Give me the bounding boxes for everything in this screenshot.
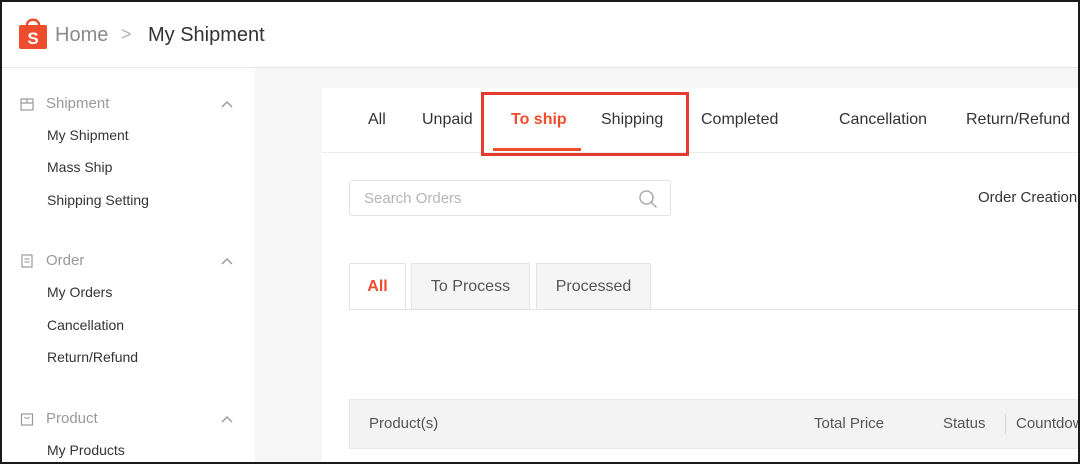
tab-all[interactable]: All [368,111,386,129]
tab-return-refund[interactable]: Return/Refund [966,111,1070,129]
top-header: S Home > My Shipment [2,2,1078,68]
sidebar-item-my-products[interactable]: My Products [47,442,125,458]
column-header-total-price: Total Price [814,415,885,432]
chevron-up-icon[interactable] [220,414,234,424]
sidebar-item-my-shipment[interactable]: My Shipment [47,127,129,143]
column-header-status: Status [943,415,986,432]
order-status-tabs: All Unpaid To ship Shipping Completed Ca… [322,88,1078,153]
sidebar-item-mass-ship[interactable]: Mass Ship [47,159,112,175]
breadcrumb-separator: > [121,24,132,44]
sidebar-item-return-refund[interactable]: Return/Refund [47,349,138,365]
sidebar-section-title: Order [46,252,85,269]
column-header-products: Product(s) [369,415,439,432]
chevron-up-icon[interactable] [220,256,234,266]
sidebar-section-title: Product [46,410,98,427]
subtab-processed[interactable]: Processed [536,263,651,309]
svg-text:S: S [27,29,38,48]
subtab-divider [349,309,1078,310]
breadcrumb-home-link[interactable]: Home [55,24,108,47]
sidebar-section-product[interactable]: Product [20,410,98,427]
search-icon[interactable] [638,189,658,209]
table-header: Product(s) Total Price Status Countdow [349,399,1080,449]
shopee-logo-icon[interactable]: S [18,16,48,50]
subtab-all[interactable]: All [349,263,406,310]
box-icon [20,97,34,111]
sidebar: Shipment My Shipment Mass Ship Shipping … [2,68,255,462]
app-window: S Home > My Shipment Shipment My Shipmen… [0,0,1080,464]
clipboard-icon [21,253,33,268]
sidebar-section-shipment[interactable]: Shipment [20,95,109,112]
subtab-to-process[interactable]: To Process [411,263,530,309]
sidebar-item-shipping-setting[interactable]: Shipping Setting [47,192,149,208]
search-input[interactable] [364,181,624,215]
sidebar-section-title: Shipment [46,95,110,112]
search-box [349,180,671,216]
tab-unpaid[interactable]: Unpaid [422,111,473,129]
column-header-countdown: Countdow [1016,415,1080,432]
bag-icon [20,412,34,426]
sidebar-section-order[interactable]: Order [20,252,84,269]
column-divider [1005,414,1006,434]
tab-completed[interactable]: Completed [701,111,778,129]
orders-panel: All Unpaid To ship Shipping Completed Ca… [322,88,1080,462]
sidebar-item-cancellation[interactable]: Cancellation [47,317,124,333]
chevron-up-icon[interactable] [220,99,234,109]
highlight-box [481,92,689,156]
breadcrumb-current: My Shipment [148,24,265,46]
tab-cancellation[interactable]: Cancellation [839,111,927,129]
sidebar-item-my-orders[interactable]: My Orders [47,284,112,300]
order-creation-label[interactable]: Order Creation [978,189,1077,206]
